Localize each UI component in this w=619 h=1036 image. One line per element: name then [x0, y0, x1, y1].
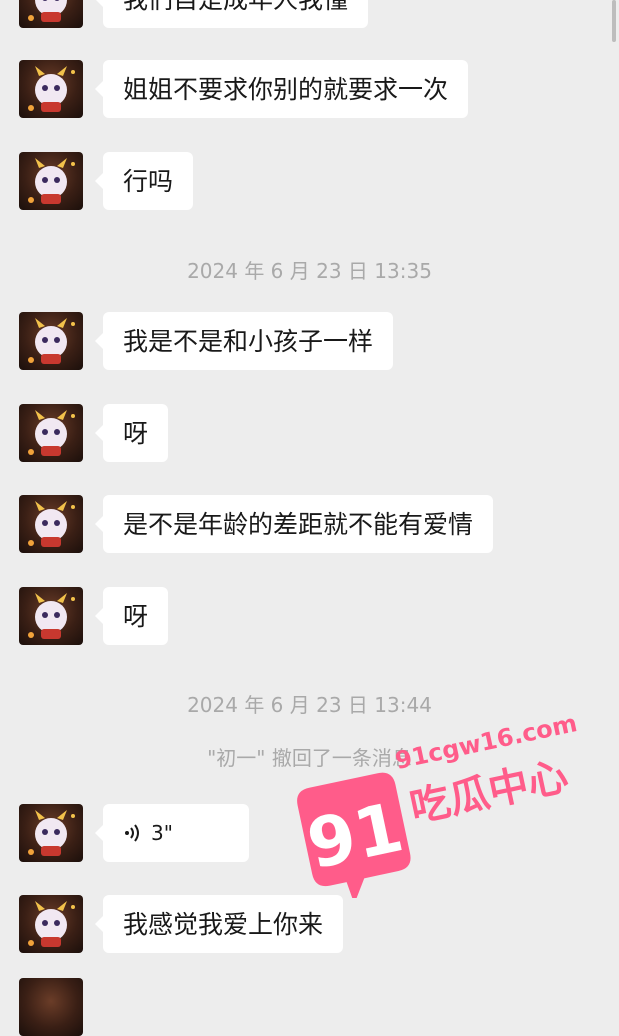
message-text: 姐姐不要求你别的就要求一次 — [123, 74, 449, 104]
message-text: 呀 — [123, 418, 149, 448]
dragon-avatar-icon — [28, 901, 75, 947]
voice-wave-icon — [123, 823, 141, 843]
watermark-number: 91 — [301, 788, 410, 885]
dragon-avatar-icon — [28, 158, 75, 204]
dragon-avatar-icon — [28, 0, 67, 22]
avatar[interactable] — [19, 152, 83, 210]
avatar[interactable] — [19, 978, 83, 1036]
avatar[interactable] — [19, 495, 83, 553]
avatar[interactable] — [19, 895, 83, 953]
avatar[interactable] — [19, 60, 83, 118]
voice-message-bubble[interactable]: 3" — [95, 804, 249, 862]
message-bubble[interactable]: 呀 — [94, 587, 169, 645]
avatar[interactable] — [19, 0, 83, 28]
message-bubble[interactable]: 是不是年龄的差距就不能有爱情 — [94, 495, 494, 553]
dragon-avatar-icon — [28, 410, 75, 456]
message-text: 我是不是和小孩子一样 — [123, 326, 374, 356]
dragon-avatar-icon — [28, 66, 75, 112]
scrollbar[interactable] — [612, 0, 616, 42]
dragon-avatar-icon — [28, 501, 75, 547]
message-text: 我感觉我爱上你来 — [123, 909, 324, 939]
message-text: 我们自是成年人我懂 — [123, 0, 348, 12]
message-bubble[interactable]: 行吗 — [94, 152, 194, 210]
message-text: 行吗 — [123, 166, 174, 196]
avatar[interactable] — [19, 312, 83, 370]
recall-notice: "初一" 撤回了一条消息 — [207, 746, 412, 770]
message-bubble[interactable]: 姐姐不要求你别的就要求一次 — [94, 60, 469, 118]
voice-duration: 3" — [151, 820, 173, 845]
timestamp: 2024 年 6 月 23 日 13:44 — [187, 693, 432, 717]
avatar[interactable] — [19, 404, 83, 462]
dragon-avatar-icon — [28, 593, 75, 639]
avatar[interactable] — [19, 587, 83, 645]
message-bubble[interactable]: 我们自是成年人我懂 — [94, 0, 369, 28]
message-text: 呀 — [123, 601, 149, 631]
timestamp: 2024 年 6 月 23 日 13:35 — [187, 259, 432, 283]
watermark-logo: 91 91cgw16.com 吃瓜中心 — [297, 709, 580, 898]
message-text: 是不是年龄的差距就不能有爱情 — [123, 509, 474, 539]
avatar[interactable] — [19, 804, 83, 862]
message-bubble[interactable]: 我感觉我爱上你来 — [94, 895, 344, 953]
dragon-avatar-icon — [28, 810, 75, 856]
message-bubble[interactable]: 呀 — [94, 404, 169, 462]
dragon-avatar-icon — [28, 318, 75, 364]
message-bubble[interactable]: 我是不是和小孩子一样 — [94, 312, 394, 370]
